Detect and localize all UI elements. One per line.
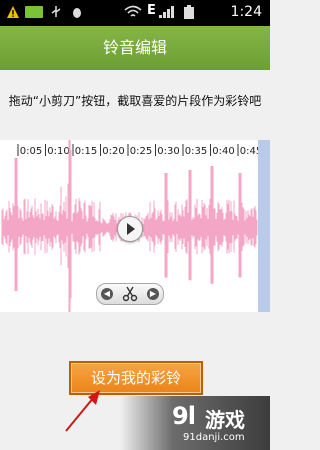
instruction-text: 拖动“小剪刀”按钮，截取喜爱的片段作为彩铃吧 — [8, 94, 262, 108]
play-button[interactable] — [117, 216, 143, 242]
chevron-right-icon[interactable]: ▶ — [147, 288, 159, 300]
selection-marker[interactable] — [258, 140, 270, 312]
waveform-panel[interactable]: 0:05 0:10 0:15 0:20 0:25 0:30 0:35 0:40 0:45 ◀ ▶ — [0, 140, 270, 312]
watermark-logo: 9l — [172, 402, 196, 430]
warning-icon — [7, 6, 19, 18]
signal-icon — [159, 6, 174, 18]
clock: 1:24 — [230, 4, 262, 20]
sim-icon — [25, 6, 43, 18]
time-label: 0:30 — [157, 146, 179, 157]
usb-icon — [51, 6, 61, 17]
page-title: 铃音编辑 — [102, 38, 167, 57]
time-label: 0:35 — [185, 146, 207, 157]
scissors-icon[interactable] — [122, 286, 138, 302]
chevron-left-icon[interactable]: ◀ — [101, 288, 113, 300]
title-bar: 铃音编辑 — [0, 26, 270, 70]
time-label: 0:20 — [102, 146, 124, 157]
network-type-label: E — [147, 3, 156, 18]
time-label: 0:10 — [47, 146, 69, 157]
time-label: 0:05 — [20, 146, 42, 157]
battery-icon — [184, 5, 194, 19]
watermark-logo-text: 游戏 — [205, 408, 245, 432]
watermark-url: 91danji.com — [183, 432, 245, 443]
annotation-arrow — [65, 390, 100, 432]
time-label: 0:40 — [212, 146, 234, 157]
wifi-icon — [124, 5, 142, 17]
time-label: 0:25 — [130, 146, 152, 157]
status-bar: E 1:24 — [0, 0, 270, 26]
time-label: 0:15 — [75, 146, 97, 157]
debug-icon — [73, 8, 81, 18]
scissor-control[interactable]: ◀ ▶ — [96, 283, 164, 305]
